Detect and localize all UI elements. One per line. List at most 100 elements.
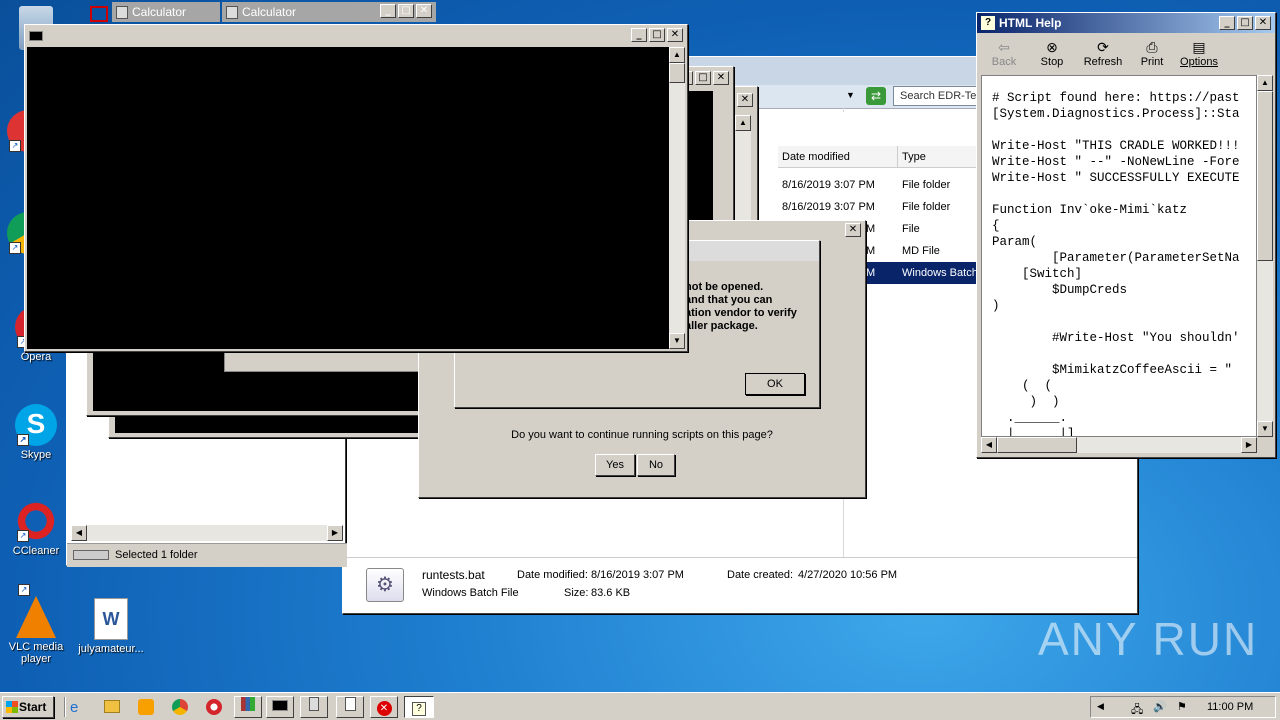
- calculator-window-title[interactable]: Calculator _ □ ✕: [222, 2, 436, 22]
- size-value: 83.6 KB: [591, 587, 631, 599]
- error-line: ation vendor to verify: [685, 307, 797, 319]
- help-content[interactable]: # Script found here: https://past [System…: [981, 75, 1257, 437]
- code-line: Write-Host " --" -NoNewLine -Fore: [992, 155, 1240, 169]
- desktop-icon-skype[interactable]: S ↗ Skype: [6, 404, 66, 461]
- scroll-down-button[interactable]: ▼: [669, 333, 685, 349]
- toolbar-label: Print: [1140, 56, 1164, 68]
- media-player-icon[interactable]: [138, 699, 154, 715]
- refresh-green-icon[interactable]: ⇄: [866, 87, 886, 105]
- toolbar-label: Refresh: [1083, 56, 1123, 68]
- scroll-thumb[interactable]: [997, 437, 1077, 453]
- minimize-button[interactable]: _: [631, 28, 647, 42]
- table-row-selected[interactable]: M Windows Batch: [860, 262, 978, 284]
- close-button[interactable]: ✕: [713, 71, 729, 85]
- table-row[interactable]: 8/16/2019 3:07 PM File folder: [778, 174, 978, 196]
- ie-icon[interactable]: e: [70, 699, 78, 716]
- dropdown-arrow-icon[interactable]: ▼: [846, 90, 855, 100]
- scroll-right-button[interactable]: ▶: [327, 525, 343, 541]
- stop-button[interactable]: ⊗ Stop: [1037, 39, 1067, 68]
- scroll-left-button[interactable]: ◀: [71, 525, 87, 541]
- scroll-right-button[interactable]: ▶: [1241, 437, 1257, 453]
- options-button[interactable]: ▤ Options: [1179, 39, 1219, 68]
- scroll-up-button[interactable]: ▲: [1257, 75, 1273, 91]
- calculator-title-label: Calculator: [242, 5, 297, 19]
- taskbar-app-help[interactable]: ?: [404, 696, 434, 718]
- desktop-icon-word-doc[interactable]: W julyamateur...: [78, 598, 144, 655]
- row-type: File folder: [902, 201, 951, 213]
- maximize-button[interactable]: □: [398, 4, 414, 18]
- code-line: # Script found here: https://past: [992, 91, 1240, 105]
- desktop-icon-vlc[interactable]: ↗ VLC media player: [6, 584, 66, 665]
- desktop-icon-label: julyamateur...: [78, 643, 144, 655]
- maximize-button[interactable]: □: [1237, 16, 1253, 30]
- search-box[interactable]: Search EDR-Tes: [893, 86, 983, 106]
- desktop-icon-ccleaner[interactable]: ↗ CCleaner: [6, 500, 66, 557]
- calculator-window-title[interactable]: Calculator: [112, 2, 220, 22]
- table-row[interactable]: 8/16/2019 3:07 PM File folder: [778, 196, 978, 218]
- help-vertical-scrollbar[interactable]: ▲ ▼: [1257, 75, 1273, 437]
- row-date: M: [866, 267, 876, 279]
- taskbar-app-notepad[interactable]: [336, 696, 364, 718]
- error-line: not be opened.: [685, 281, 764, 293]
- clock[interactable]: 11:00 PM: [1207, 701, 1253, 713]
- minimize-button[interactable]: _: [380, 4, 396, 18]
- close-button[interactable]: ✕: [845, 223, 861, 237]
- maximize-button[interactable]: □: [695, 71, 711, 85]
- minimize-button[interactable]: _: [1219, 16, 1235, 30]
- taskbar-app-error[interactable]: ✕: [370, 696, 398, 718]
- row-type: File folder: [902, 179, 951, 191]
- opera-taskbar-icon[interactable]: [206, 699, 222, 715]
- code-line: [Switch]: [992, 267, 1083, 281]
- scroll-down-button[interactable]: ▼: [1257, 421, 1273, 437]
- console-scrollbar[interactable]: ▲ ▼: [669, 47, 685, 349]
- html-help-window[interactable]: ? HTML Help _ □ ✕ ⇦ Back ⊗ Stop ⟳ Refresh ⎙ Pr…: [976, 12, 1276, 458]
- print-button[interactable]: ⎙ Print: [1137, 39, 1167, 68]
- script-question: Do you want to continue running scripts …: [511, 429, 773, 441]
- back-button[interactable]: ⇦ Back: [989, 39, 1019, 68]
- row-date: 8/16/2019 3:07 PM: [782, 179, 875, 191]
- folder-icon[interactable]: [104, 700, 120, 713]
- system-tray: ◀ 🖧 🔊 ⚑ 11:00 PM: [1090, 696, 1276, 718]
- toolbar-label: Options: [1180, 56, 1218, 68]
- close-button[interactable]: ✕: [1255, 16, 1271, 30]
- start-button[interactable]: Start: [2, 696, 54, 718]
- maximize-button[interactable]: □: [649, 28, 665, 42]
- yes-button[interactable]: Yes: [595, 454, 635, 476]
- scroll-left-button[interactable]: ◀: [981, 437, 997, 453]
- taskbar-app-console[interactable]: [266, 696, 294, 718]
- scroll-up-button[interactable]: ▲: [735, 115, 751, 131]
- winrar-icon: [241, 697, 255, 711]
- help-taskbar-icon: ?: [412, 702, 426, 716]
- date-created-label: Date created:: [727, 569, 794, 581]
- ok-button[interactable]: OK: [745, 373, 805, 395]
- network-tray-icon[interactable]: 🖧: [1131, 701, 1143, 720]
- calculator-icon: [116, 6, 128, 19]
- close-button[interactable]: ✕: [416, 4, 432, 18]
- refresh-icon: ⟳: [1097, 39, 1109, 55]
- options-icon: ▤: [1192, 39, 1206, 55]
- tray-arrow-icon[interactable]: ◀: [1097, 701, 1104, 712]
- code-line: [Parameter(ParameterSetNa: [992, 251, 1240, 265]
- help-horizontal-scrollbar[interactable]: ◀ ▶: [981, 437, 1257, 453]
- column-header-date[interactable]: Date modified: [778, 146, 898, 168]
- console-output[interactable]: [27, 47, 669, 349]
- volume-tray-icon[interactable]: 🔊: [1153, 700, 1167, 713]
- column-header-type[interactable]: Type: [898, 146, 978, 168]
- close-button[interactable]: ✕: [737, 93, 753, 107]
- no-button[interactable]: No: [637, 454, 675, 476]
- taskbar-app-winrar[interactable]: [234, 696, 262, 718]
- scroll-thumb[interactable]: [1257, 91, 1273, 261]
- flag-tray-icon[interactable]: ⚑: [1177, 700, 1187, 713]
- windows-logo-icon: [6, 701, 18, 713]
- scroll-up-button[interactable]: ▲: [669, 47, 685, 63]
- console-window-front[interactable]: _ □ ✕ ▲ ▼: [24, 24, 688, 352]
- close-button[interactable]: ✕: [667, 28, 683, 42]
- taskbar-app-calculator[interactable]: [300, 696, 328, 718]
- word-document-icon: W: [94, 598, 128, 640]
- row-date: 8/16/2019 3:07 PM: [782, 201, 875, 213]
- scroll-thumb[interactable]: [669, 63, 685, 83]
- refresh-button[interactable]: ⟳ Refresh: [1081, 39, 1125, 68]
- chrome-taskbar-icon[interactable]: [172, 699, 188, 715]
- code-line: Write-Host " SUCCESSFULLY EXECUTE: [992, 171, 1240, 185]
